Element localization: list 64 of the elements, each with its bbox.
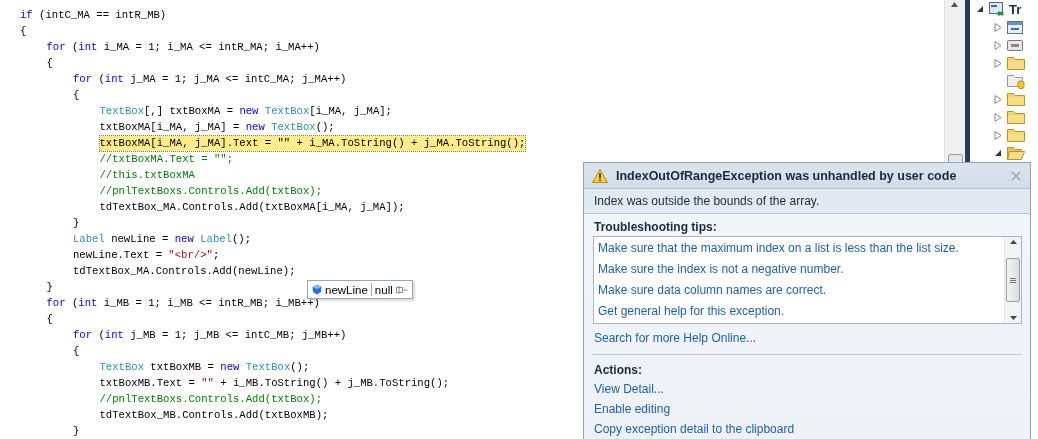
code-line: //pnlTextBoxs.Controls.Add(txtBox); [99,184,322,199]
code-line: txtBoxMA[i_MA, j_MA] = new TextBox(); [99,120,335,135]
expanded-arrow-icon[interactable] [976,4,984,13]
code-line: { [46,312,53,327]
code-line: newLine.Text = "<br/>"; [73,248,220,263]
tip-link[interactable]: Get general help for this exception. [598,301,1000,322]
window-icon [1007,20,1023,34]
code-line: for (int j_MA = 1; j_MA <= intC_MA; j_MA++) [73,72,347,87]
open-folder-icon [1007,146,1025,160]
code-line: for (int i_MA = 1; i_MA <= intR_MA; i_MA++) [46,40,320,55]
code-line: if (intC_MA == intR_MB) [20,8,167,23]
scrollbar-thumb[interactable] [1006,258,1020,302]
code-line: { [20,24,27,39]
folder-icon [1007,128,1025,142]
exception-title: IndexOutOfRangeException was unhandled by user code [616,168,958,183]
grip-icon [1010,277,1016,283]
project-icon [989,2,1005,16]
code-line: { [73,344,80,359]
section-heading: Troubleshooting tips: [593,219,718,236]
code-line: TextBox[,] txtBoxMA = new TextBox[i_MA, j_MA]; [99,104,392,119]
code-line: tdTextBox_MA.Controls.Add(newLine); [73,264,296,279]
code-line: //pnlTextBoxs.Controls.Add(txtBox); [99,392,322,407]
datatip[interactable]: newLine null [307,280,413,299]
code-line: //txtBoxMA.Text = ""; [99,152,233,167]
tree-item-label[interactable]: Tr [1009,1,1022,17]
tree-item[interactable]: Tr [970,0,1038,18]
code-line: tdTextBox_MB.Controls.Add(txtBoxMB); [99,408,329,423]
close-button[interactable] [1010,169,1022,182]
code-line: TextBox txtBoxMB = new TextBox(); [99,360,310,375]
code-line: } [73,424,80,439]
folder-icon [1007,92,1025,106]
code-line: } [73,216,80,231]
action-link[interactable]: Copy exception detail to the clipboard [584,419,1030,439]
exception-message: Index was outside the bounds of the array. [584,189,1030,214]
code-line: for (int j_MB = 1; j_MB <= intC_MB; j_MB++) [73,328,347,343]
folder-database-icon [1007,73,1025,89]
code-line: Label newLine = new Label(); [73,232,252,247]
folder-icon [1007,110,1025,124]
variable-value: null [374,283,393,296]
tips-scrollbar[interactable] [1004,237,1021,323]
tip-link[interactable]: Make sure that the maximum index on a list is less than the list size. [598,238,1000,259]
scroll-up-arrow-icon[interactable] [1009,240,1017,244]
warning-icon [592,168,608,183]
code-line: txtBoxMB.Text = "" + i_MB.ToString() + j_MB.ToString(); [99,376,450,391]
code-line: for (int i_MB = 1; i_MB <= intR_MB; i_MB++) [46,296,320,311]
code-line: tdTextBox_MA.Controls.Add(txtBoxMA[i_MA, j_MA]); [99,200,405,215]
scroll-down-arrow-icon[interactable] [1009,316,1017,320]
code-line: //this.txtBoxMA [99,168,195,183]
action-link[interactable]: Enable editing [584,399,1030,419]
folder-icon [1007,56,1025,70]
pin-icon[interactable] [395,285,408,294]
code-line: { [46,56,53,71]
tip-link[interactable]: Make sure the index is not a negative number. [598,259,1000,280]
component-icon [1007,38,1023,52]
scroll-up-arrow-icon[interactable] [951,2,958,7]
code-line: { [73,88,80,103]
code-line: } [46,280,53,295]
tip-link[interactable]: Make sure data column names are correct. [598,280,1000,301]
gem-icon [312,284,322,295]
action-link[interactable]: View Detail... [584,379,1030,399]
section-heading: Actions: [593,362,643,379]
expanded-arrow-icon[interactable] [994,148,1002,157]
search-help-link[interactable]: Search for more Help Online... [584,328,1030,348]
variable-name: newLine [325,283,368,296]
